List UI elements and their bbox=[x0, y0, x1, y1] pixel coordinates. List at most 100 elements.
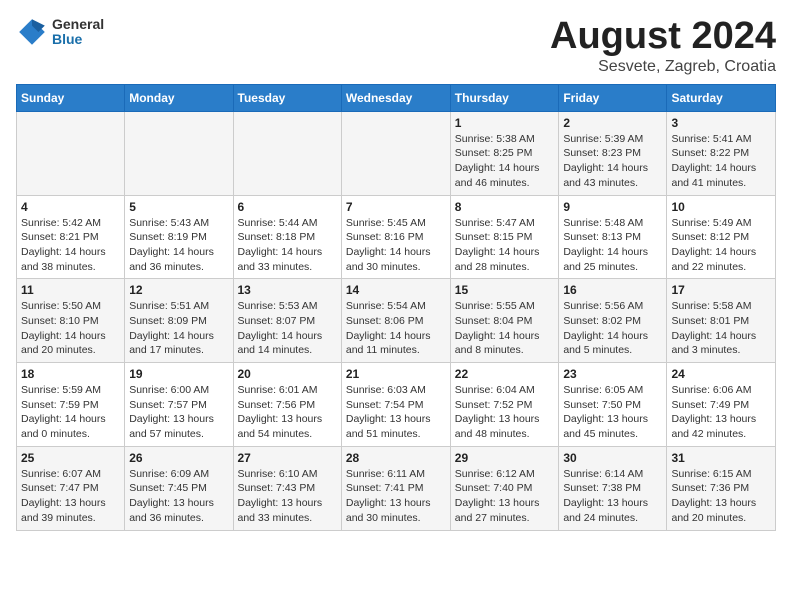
day-number: 13 bbox=[238, 283, 337, 297]
day-number: 17 bbox=[671, 283, 771, 297]
day-info: Sunrise: 5:39 AM Sunset: 8:23 PM Dayligh… bbox=[563, 132, 662, 191]
day-info: Sunrise: 5:55 AM Sunset: 8:04 PM Dayligh… bbox=[455, 299, 555, 358]
calendar-header: SundayMondayTuesdayWednesdayThursdayFrid… bbox=[17, 84, 776, 111]
day-info: Sunrise: 5:49 AM Sunset: 8:12 PM Dayligh… bbox=[671, 216, 771, 275]
calendar-cell: 10Sunrise: 5:49 AM Sunset: 8:12 PM Dayli… bbox=[667, 195, 776, 279]
calendar-cell: 29Sunrise: 6:12 AM Sunset: 7:40 PM Dayli… bbox=[450, 446, 559, 530]
calendar-cell: 25 Sunrise: 6:07 AM Sunset: 7:47 PM Dayli… bbox=[17, 446, 125, 530]
day-info: Sunrise: 5:58 AM Sunset: 8:01 PM Dayligh… bbox=[671, 299, 771, 358]
day-number: 18 bbox=[21, 367, 120, 381]
day-number: 31 bbox=[671, 451, 771, 465]
day-number: 4 bbox=[21, 200, 120, 214]
calendar-body: 1 Sunrise: 5:38 AM Sunset: 8:25 PM Daylig… bbox=[17, 111, 776, 530]
day-info: Sunrise: 5:53 AM Sunset: 8:07 PM Dayligh… bbox=[238, 299, 337, 358]
calendar-cell: 13 Sunrise: 5:53 AM Sunset: 8:07 PM Dayli… bbox=[233, 279, 341, 363]
day-of-week-header: Wednesday bbox=[341, 84, 450, 111]
day-number: 26 bbox=[129, 451, 228, 465]
calendar-cell: 20 Sunrise: 6:01 AM Sunset: 7:56 PM Dayli… bbox=[233, 363, 341, 447]
calendar-cell: 2 Sunrise: 5:39 AM Sunset: 8:23 PM Daylig… bbox=[559, 111, 667, 195]
day-number: 21 bbox=[346, 367, 446, 381]
day-info: Sunrise: 6:06 AM Sunset: 7:49 PM Dayligh… bbox=[671, 383, 771, 442]
calendar-cell bbox=[341, 111, 450, 195]
calendar-cell: 27 Sunrise: 6:10 AM Sunset: 7:43 PM Dayli… bbox=[233, 446, 341, 530]
calendar-cell: 18Sunrise: 5:59 AM Sunset: 7:59 PM Dayli… bbox=[17, 363, 125, 447]
day-number: 5 bbox=[129, 200, 228, 214]
day-number: 20 bbox=[238, 367, 337, 381]
day-number: 2 bbox=[563, 116, 662, 130]
calendar-cell: 6Sunrise: 5:44 AM Sunset: 8:18 PM Daylig… bbox=[233, 195, 341, 279]
day-info: Sunrise: 5:47 AM Sunset: 8:15 PM Dayligh… bbox=[455, 216, 555, 275]
day-number: 24 bbox=[671, 367, 771, 381]
title-block: August 2024 Sesvete, Zagreb, Croatia bbox=[550, 16, 776, 76]
day-info: Sunrise: 5:43 AM Sunset: 8:19 PM Dayligh… bbox=[129, 216, 228, 275]
calendar-cell: 24 Sunrise: 6:06 AM Sunset: 7:49 PM Dayli… bbox=[667, 363, 776, 447]
calendar-cell bbox=[125, 111, 233, 195]
day-number: 14 bbox=[346, 283, 446, 297]
day-info: Sunrise: 5:44 AM Sunset: 8:18 PM Dayligh… bbox=[238, 216, 337, 275]
day-info: Sunrise: 5:38 AM Sunset: 8:25 PM Dayligh… bbox=[455, 132, 555, 191]
day-info: Sunrise: 6:10 AM Sunset: 7:43 PM Dayligh… bbox=[238, 467, 337, 526]
calendar-cell: 9Sunrise: 5:48 AM Sunset: 8:13 PM Daylig… bbox=[559, 195, 667, 279]
day-info: Sunrise: 6:05 AM Sunset: 7:50 PM Dayligh… bbox=[563, 383, 662, 442]
day-number: 30 bbox=[563, 451, 662, 465]
day-number: 23 bbox=[563, 367, 662, 381]
day-number: 3 bbox=[671, 116, 771, 130]
calendar-cell: 30 Sunrise: 6:14 AM Sunset: 7:38 PM Dayli… bbox=[559, 446, 667, 530]
day-of-week-header: Thursday bbox=[450, 84, 559, 111]
calendar-week-row: 18Sunrise: 5:59 AM Sunset: 7:59 PM Dayli… bbox=[17, 363, 776, 447]
calendar-cell: 1 Sunrise: 5:38 AM Sunset: 8:25 PM Daylig… bbox=[450, 111, 559, 195]
calendar-cell bbox=[17, 111, 125, 195]
header-row: SundayMondayTuesdayWednesdayThursdayFrid… bbox=[17, 84, 776, 111]
day-info: Sunrise: 5:42 AM Sunset: 8:21 PM Dayligh… bbox=[21, 216, 120, 275]
location-subtitle: Sesvete, Zagreb, Croatia bbox=[550, 58, 776, 76]
calendar-cell: 23 Sunrise: 6:05 AM Sunset: 7:50 PM Dayli… bbox=[559, 363, 667, 447]
calendar-cell: 28 Sunrise: 6:11 AM Sunset: 7:41 PM Dayli… bbox=[341, 446, 450, 530]
day-number: 15 bbox=[455, 283, 555, 297]
calendar-cell: 17 Sunrise: 5:58 AM Sunset: 8:01 PM Dayli… bbox=[667, 279, 776, 363]
day-info: Sunrise: 6:00 AM Sunset: 7:57 PM Dayligh… bbox=[129, 383, 228, 442]
month-year-title: August 2024 bbox=[550, 16, 776, 58]
calendar-week-row: 4 Sunrise: 5:42 AM Sunset: 8:21 PM Daylig… bbox=[17, 195, 776, 279]
day-number: 27 bbox=[238, 451, 337, 465]
calendar-cell: 7 Sunrise: 5:45 AM Sunset: 8:16 PM Daylig… bbox=[341, 195, 450, 279]
day-number: 25 bbox=[21, 451, 120, 465]
day-number: 9 bbox=[563, 200, 662, 214]
calendar-cell: 16Sunrise: 5:56 AM Sunset: 8:02 PM Dayli… bbox=[559, 279, 667, 363]
day-number: 11 bbox=[21, 283, 120, 297]
logo-icon bbox=[16, 16, 48, 48]
day-number: 29 bbox=[455, 451, 555, 465]
calendar-cell: 14 Sunrise: 5:54 AM Sunset: 8:06 PM Dayli… bbox=[341, 279, 450, 363]
day-number: 12 bbox=[129, 283, 228, 297]
day-info: Sunrise: 6:09 AM Sunset: 7:45 PM Dayligh… bbox=[129, 467, 228, 526]
day-number: 28 bbox=[346, 451, 446, 465]
calendar-cell: 21Sunrise: 6:03 AM Sunset: 7:54 PM Dayli… bbox=[341, 363, 450, 447]
calendar-cell: 5 Sunrise: 5:43 AM Sunset: 8:19 PM Daylig… bbox=[125, 195, 233, 279]
day-of-week-header: Sunday bbox=[17, 84, 125, 111]
day-info: Sunrise: 5:56 AM Sunset: 8:02 PM Dayligh… bbox=[563, 299, 662, 358]
calendar-cell: 3 Sunrise: 5:41 AM Sunset: 8:22 PM Daylig… bbox=[667, 111, 776, 195]
day-info: Sunrise: 5:50 AM Sunset: 8:10 PM Dayligh… bbox=[21, 299, 120, 358]
day-info: Sunrise: 6:11 AM Sunset: 7:41 PM Dayligh… bbox=[346, 467, 446, 526]
day-info: Sunrise: 6:04 AM Sunset: 7:52 PM Dayligh… bbox=[455, 383, 555, 442]
calendar-cell bbox=[233, 111, 341, 195]
day-info: Sunrise: 6:14 AM Sunset: 7:38 PM Dayligh… bbox=[563, 467, 662, 526]
day-info: Sunrise: 6:07 AM Sunset: 7:47 PM Dayligh… bbox=[21, 467, 120, 526]
day-number: 1 bbox=[455, 116, 555, 130]
day-number: 22 bbox=[455, 367, 555, 381]
day-info: Sunrise: 5:54 AM Sunset: 8:06 PM Dayligh… bbox=[346, 299, 446, 358]
day-info: Sunrise: 6:15 AM Sunset: 7:36 PM Dayligh… bbox=[671, 467, 771, 526]
calendar-week-row: 25 Sunrise: 6:07 AM Sunset: 7:47 PM Dayli… bbox=[17, 446, 776, 530]
logo-blue-text: Blue bbox=[52, 32, 104, 47]
calendar-cell: 4 Sunrise: 5:42 AM Sunset: 8:21 PM Daylig… bbox=[17, 195, 125, 279]
calendar-table: SundayMondayTuesdayWednesdayThursdayFrid… bbox=[16, 84, 776, 531]
day-of-week-header: Saturday bbox=[667, 84, 776, 111]
calendar-cell: 19Sunrise: 6:00 AM Sunset: 7:57 PM Dayli… bbox=[125, 363, 233, 447]
day-number: 7 bbox=[346, 200, 446, 214]
day-info: Sunrise: 5:41 AM Sunset: 8:22 PM Dayligh… bbox=[671, 132, 771, 191]
day-of-week-header: Tuesday bbox=[233, 84, 341, 111]
logo: General Blue bbox=[16, 16, 104, 48]
day-info: Sunrise: 5:45 AM Sunset: 8:16 PM Dayligh… bbox=[346, 216, 446, 275]
calendar-cell: 11 Sunrise: 5:50 AM Sunset: 8:10 PM Dayli… bbox=[17, 279, 125, 363]
day-info: Sunrise: 6:01 AM Sunset: 7:56 PM Dayligh… bbox=[238, 383, 337, 442]
calendar-cell: 26 Sunrise: 6:09 AM Sunset: 7:45 PM Dayli… bbox=[125, 446, 233, 530]
